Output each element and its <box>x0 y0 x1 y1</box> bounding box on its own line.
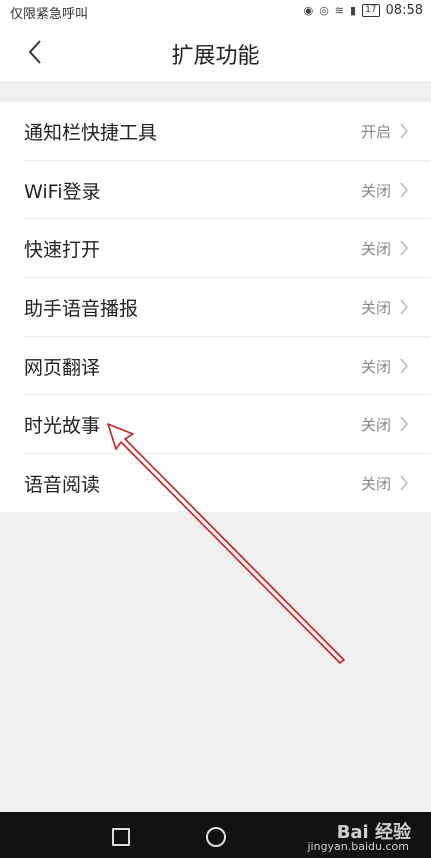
chevron-right-icon <box>400 358 408 374</box>
nfc-icon: ◉ <box>303 4 314 17</box>
eye-icon: ◎ <box>319 4 329 17</box>
settings-list: 通知栏快捷工具 开启 WiFi登录 关闭 快速打开 关闭 助手语音播报 关闭 网… <box>0 102 431 512</box>
chevron-right-icon <box>400 416 408 432</box>
setting-label: 助手语音播报 <box>24 298 139 321</box>
setting-row-voice-broadcast[interactable]: 助手语音播报 关闭 <box>24 278 431 337</box>
chevron-right-icon <box>400 240 408 256</box>
chevron-right-icon <box>400 299 408 315</box>
wifi-icon: ≋ <box>334 4 345 17</box>
setting-label: WiFi登录 <box>24 180 101 203</box>
chevron-right-icon <box>400 475 408 491</box>
battery-icon: 17 <box>362 4 380 17</box>
setting-label: 快速打开 <box>24 239 101 262</box>
page-title: 扩展功能 <box>171 44 260 69</box>
setting-value: 关闭 <box>360 416 391 435</box>
setting-label: 通知栏快捷工具 <box>24 122 158 144</box>
android-nav-bar: Bai 经验 jingyan.baidu.com <box>0 812 431 858</box>
setting-row-wifi-login[interactable]: WiFi登录 关闭 <box>24 161 431 220</box>
home-circle-icon[interactable] <box>206 827 226 847</box>
setting-row-time-story[interactable]: 时光故事 关闭 <box>24 395 431 455</box>
setting-label: 网页翻译 <box>24 356 101 379</box>
carrier-text: 仅限紧急呼叫 <box>10 7 89 22</box>
setting-value: 关闭 <box>360 475 391 494</box>
status-bar: 仅限紧急呼叫 ◉ ◎ ≋ ▮ 17 08:58 <box>0 0 431 22</box>
setting-row-notification-tools[interactable]: 通知栏快捷工具 开启 <box>24 102 431 161</box>
setting-row-web-translate[interactable]: 网页翻译 关闭 <box>24 337 431 396</box>
setting-row-quick-open[interactable]: 快速打开 关闭 <box>24 219 431 279</box>
setting-row-voice-reading[interactable]: 语音阅读 关闭 <box>24 454 431 512</box>
recents-square-icon[interactable] <box>112 828 130 846</box>
chevron-right-icon <box>400 123 408 139</box>
setting-value: 关闭 <box>360 357 391 376</box>
clock: 08:58 <box>385 3 423 18</box>
status-icons: ◉ ◎ ≋ ▮ 17 08:58 <box>304 3 423 18</box>
setting-value: 开启 <box>360 123 391 141</box>
setting-value: 关闭 <box>360 240 391 259</box>
setting-value: 关闭 <box>360 181 391 200</box>
setting-label: 时光故事 <box>24 415 101 438</box>
setting-label: 语音阅读 <box>24 474 101 497</box>
setting-value: 关闭 <box>360 299 391 318</box>
header: 扩展功能 <box>0 22 431 83</box>
chevron-right-icon <box>400 182 408 198</box>
watermark-url: jingyan.baidu.com <box>307 840 409 853</box>
signal-icon: ▮ <box>350 4 357 17</box>
